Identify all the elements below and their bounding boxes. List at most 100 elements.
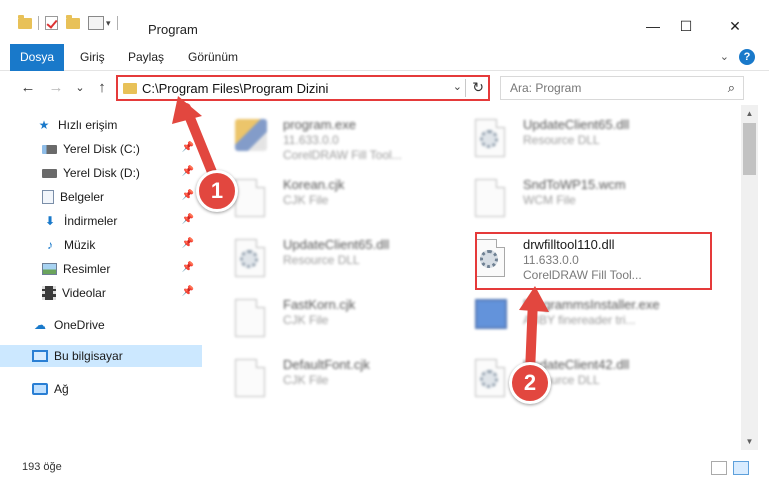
- folder-icon: [123, 83, 137, 94]
- search-icon[interactable]: ⌕: [728, 80, 735, 96]
- file-tile[interactable]: SndToWP15.wcm WCM File: [455, 167, 695, 227]
- sidebar-item-onedrive[interactable]: ☁ OneDrive: [0, 314, 202, 336]
- drive-icon: [42, 144, 57, 154]
- expand-ribbon-icon[interactable]: ⌄: [720, 50, 729, 63]
- documents-icon: [42, 190, 54, 204]
- file-tile[interactable]: DefaultFont.cjk CJK File: [215, 347, 455, 407]
- file-tile[interactable]: Korean.cjk CJK File: [215, 167, 455, 227]
- sidebar-item-this-pc[interactable]: Bu bilgisayar: [0, 345, 202, 367]
- scroll-down-icon[interactable]: ▼: [741, 433, 758, 450]
- title-bar: ▾ Program — ☐ ✕: [0, 0, 769, 44]
- pin-icon[interactable]: 📌: [182, 286, 194, 297]
- scroll-thumb[interactable]: [743, 123, 756, 175]
- ribbon-tabs: Dosya Giriş Paylaş Görünüm ⌄ ?: [0, 44, 769, 71]
- forward-button[interactable]: →: [46, 78, 66, 98]
- details-view-icon[interactable]: [711, 461, 727, 475]
- tab-home[interactable]: Giriş: [70, 44, 115, 71]
- file-detail: CJK File: [283, 373, 329, 387]
- music-icon: ♪: [47, 238, 53, 252]
- file-name: UpdateClient65.dll: [283, 237, 390, 252]
- network-icon: [32, 383, 48, 395]
- close-button[interactable]: ✕: [712, 16, 758, 36]
- toolbar-divider: [38, 16, 39, 30]
- file-tile[interactable]: program.exe 11.633.0.0 CorelDRAW Fill To…: [215, 107, 455, 167]
- sidebar-item-label: Yerel Disk (C:): [63, 142, 140, 156]
- pin-icon[interactable]: 📌: [182, 262, 194, 273]
- sidebar-item-local-disk-d[interactable]: Yerel Disk (D:) 📌: [0, 162, 202, 184]
- address-bar[interactable]: C:\Program Files\Program Dizini ⌄ ↻: [116, 75, 490, 101]
- file-tile[interactable]: UpdateClient65.dll Resource DLL: [455, 107, 695, 167]
- recent-locations-button[interactable]: ⌄: [70, 78, 90, 98]
- file-detail: 11.633.0.0: [283, 133, 339, 147]
- sidebar-item-network[interactable]: Ağ: [0, 378, 202, 400]
- folder-icon[interactable]: [18, 14, 32, 29]
- refresh-icon[interactable]: ↻: [472, 79, 484, 96]
- file-detail: CJK File: [283, 313, 329, 327]
- sidebar-item-label: Belgeler: [60, 190, 105, 204]
- sidebar-item-music[interactable]: ♪ Müzik 📌: [0, 234, 202, 256]
- new-folder-icon[interactable]: [66, 14, 80, 29]
- pin-icon[interactable]: 📌: [182, 166, 194, 177]
- file-name: FastKorn.cjk: [283, 297, 356, 312]
- file-icon: [235, 359, 265, 397]
- file-detail: CJK File: [283, 193, 329, 207]
- navigation-bar: ← → ⌄ ↑ C:\Program Files\Program Dizini …: [0, 71, 769, 105]
- pin-icon[interactable]: 📌: [182, 190, 194, 201]
- file-tile[interactable]: UpdateClient65.dll Resource DLL: [215, 227, 455, 287]
- file-icon: [235, 179, 265, 217]
- maximize-button[interactable]: ☐: [663, 16, 709, 36]
- sidebar-item-quick-access[interactable]: ★ Hızlı erişim: [0, 114, 202, 136]
- tab-view[interactable]: Görünüm: [178, 44, 248, 71]
- customize-toolbar-icon[interactable]: [88, 16, 104, 30]
- up-button[interactable]: ↑: [92, 78, 112, 98]
- sidebar-item-label: Videolar: [62, 286, 106, 300]
- tab-share[interactable]: Paylaş: [118, 44, 174, 71]
- tab-file[interactable]: Dosya: [10, 44, 64, 71]
- scroll-up-icon[interactable]: ▲: [741, 105, 758, 122]
- navigation-pane: ★ Hızlı erişim Yerel Disk (C:) 📌 Yerel D…: [0, 105, 205, 450]
- back-button[interactable]: ←: [18, 78, 38, 98]
- sidebar-item-label: Hızlı erişim: [58, 118, 118, 132]
- installer-icon: [475, 299, 507, 337]
- address-path[interactable]: C:\Program Files\Program Dizini: [142, 81, 328, 96]
- sidebar-item-downloads[interactable]: ⬇ İndirmeler 📌: [0, 210, 202, 232]
- pictures-icon: [42, 263, 57, 275]
- quick-access-toolbar: ▾: [18, 14, 124, 32]
- file-tile[interactable]: UpdateClient42.dll Resource DLL: [455, 347, 695, 407]
- dll-gear-icon: [475, 359, 505, 397]
- drive-icon: [42, 168, 57, 178]
- chevron-down-icon[interactable]: ⌄: [453, 80, 462, 93]
- file-name: ProgrammsInstaller.exe: [523, 297, 660, 312]
- sidebar-item-videos[interactable]: Videolar 📌: [0, 282, 202, 304]
- dll-gear-icon: [235, 239, 265, 277]
- vertical-scrollbar[interactable]: ▲ ▼: [741, 105, 758, 450]
- search-input[interactable]: Ara: Program ⌕: [500, 76, 744, 100]
- pin-icon[interactable]: 📌: [182, 214, 194, 225]
- chevron-down-icon[interactable]: ▾: [106, 18, 111, 29]
- sidebar-item-local-disk-c[interactable]: Yerel Disk (C:) 📌: [0, 138, 202, 160]
- file-icon: [475, 179, 505, 217]
- properties-check-icon[interactable]: [45, 16, 58, 30]
- pin-icon[interactable]: 📌: [182, 142, 194, 153]
- sidebar-item-label: Yerel Disk (D:): [63, 166, 140, 180]
- file-name: SndToWP15.wcm: [523, 177, 626, 192]
- large-icons-view-icon[interactable]: [733, 461, 749, 475]
- file-tile[interactable]: ProgrammsInstaller.exe ABBY finereader t…: [455, 287, 695, 347]
- help-button[interactable]: ?: [739, 49, 755, 65]
- file-name: UpdateClient65.dll: [523, 117, 630, 132]
- sidebar-item-pictures[interactable]: Resimler 📌: [0, 258, 202, 280]
- sidebar-item-label: OneDrive: [54, 318, 105, 332]
- sidebar-item-label: Ağ: [54, 382, 69, 396]
- file-detail: WCM File: [523, 193, 576, 207]
- window-title: Program: [148, 22, 198, 37]
- toolbar-divider: [116, 16, 118, 30]
- downloads-icon: ⬇: [44, 214, 56, 228]
- file-icon: [235, 299, 265, 337]
- status-bar: 193 öğe: [0, 452, 769, 486]
- pin-icon[interactable]: 📌: [182, 238, 194, 249]
- dll-gear-icon: [475, 119, 505, 157]
- sidebar-item-documents[interactable]: Belgeler 📌: [0, 186, 202, 208]
- sidebar-item-label: Bu bilgisayar: [54, 349, 123, 363]
- file-tile[interactable]: FastKorn.cjk CJK File: [215, 287, 455, 347]
- highlight-box: [475, 232, 712, 290]
